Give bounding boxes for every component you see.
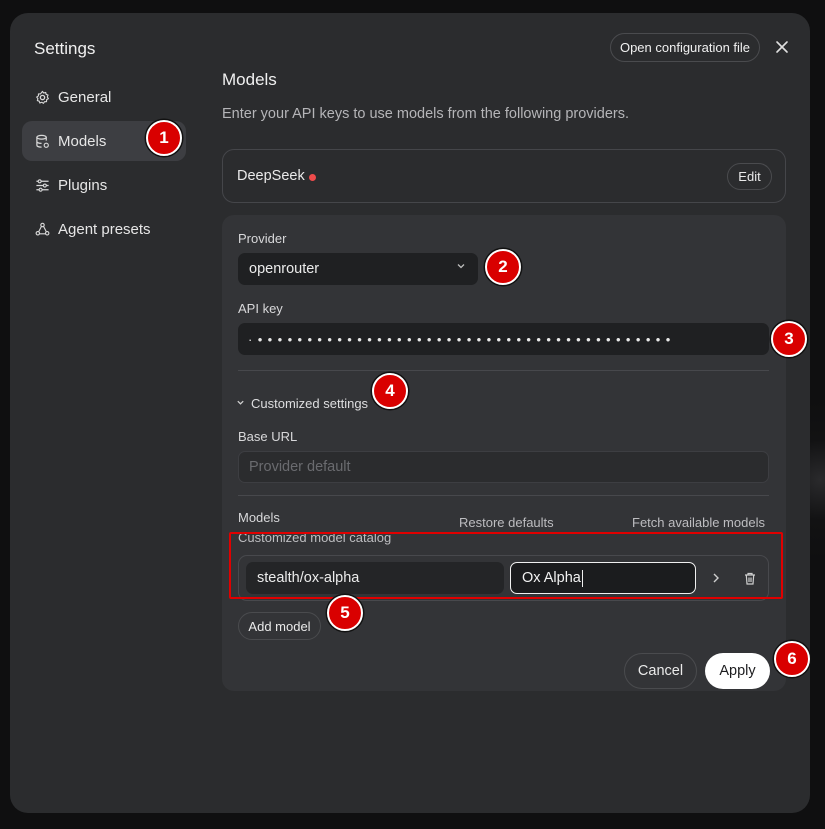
annotation-badge: 5 bbox=[327, 595, 363, 631]
base-url-label: Base URL bbox=[238, 429, 298, 444]
edit-button[interactable]: Edit bbox=[727, 163, 772, 190]
gear-icon bbox=[34, 89, 50, 105]
sidebar-item-agent-presets[interactable]: Agent presets bbox=[22, 209, 186, 249]
highlight-box bbox=[229, 532, 783, 599]
sidebar-item-general[interactable]: General bbox=[22, 77, 186, 117]
base-url-input[interactable]: Provider default bbox=[238, 451, 769, 483]
annotation-badge: 1 bbox=[146, 120, 182, 156]
agent-icon bbox=[34, 221, 50, 237]
sliders-icon bbox=[34, 177, 50, 193]
open-config-button[interactable]: Open configuration file bbox=[610, 33, 760, 62]
section-title: Models bbox=[222, 70, 277, 89]
restore-defaults-button[interactable]: Restore defaults bbox=[459, 515, 554, 530]
database-icon bbox=[34, 133, 50, 149]
dialog-title: Settings bbox=[34, 39, 96, 58]
sidebar-item-label: General bbox=[58, 88, 112, 106]
sidebar-item-plugins[interactable]: Plugins bbox=[22, 165, 186, 205]
chevron-down-icon bbox=[456, 261, 466, 274]
fetch-models-button[interactable]: Fetch available models bbox=[632, 515, 765, 530]
sidebar-item-label: Models bbox=[58, 132, 107, 150]
settings-dialog: Settings Open configuration file General… bbox=[10, 13, 810, 813]
add-model-button[interactable]: Add model bbox=[238, 612, 321, 640]
provider-name: DeepSeek bbox=[237, 168, 305, 184]
customized-settings-toggle[interactable]: Customized settings bbox=[236, 396, 368, 411]
chevron-down-icon bbox=[236, 398, 245, 410]
apply-button[interactable]: Apply bbox=[705, 653, 770, 689]
provider-config-panel: Provider openrouter API key ·•••••••••••… bbox=[222, 215, 786, 691]
divider bbox=[238, 495, 769, 496]
sidebar-item-label: Agent presets bbox=[58, 220, 151, 238]
annotation-badge: 2 bbox=[485, 249, 521, 285]
sidebar-item-label: Plugins bbox=[58, 176, 108, 194]
provider-select[interactable]: openrouter bbox=[238, 253, 478, 285]
provider-label: Provider bbox=[238, 231, 287, 246]
provider-card[interactable]: DeepSeek Edit bbox=[222, 149, 786, 203]
provider-select-value: openrouter bbox=[249, 261, 320, 277]
cancel-button[interactable]: Cancel bbox=[624, 653, 697, 689]
annotation-badge: 4 bbox=[372, 373, 408, 409]
section-description: Enter your API keys to use models from t… bbox=[222, 106, 629, 122]
api-key-input[interactable]: ·•••••••••••••••••••••••••••••••••••••••… bbox=[238, 323, 769, 355]
annotation-badge: 6 bbox=[774, 641, 810, 677]
customized-settings-label: Customized settings bbox=[251, 396, 369, 411]
models-label: Models bbox=[238, 510, 280, 525]
close-icon[interactable] bbox=[772, 37, 792, 57]
api-key-label: API key bbox=[238, 301, 283, 316]
status-dot bbox=[309, 174, 316, 181]
annotation-badge: 3 bbox=[771, 321, 807, 357]
divider bbox=[238, 370, 769, 371]
